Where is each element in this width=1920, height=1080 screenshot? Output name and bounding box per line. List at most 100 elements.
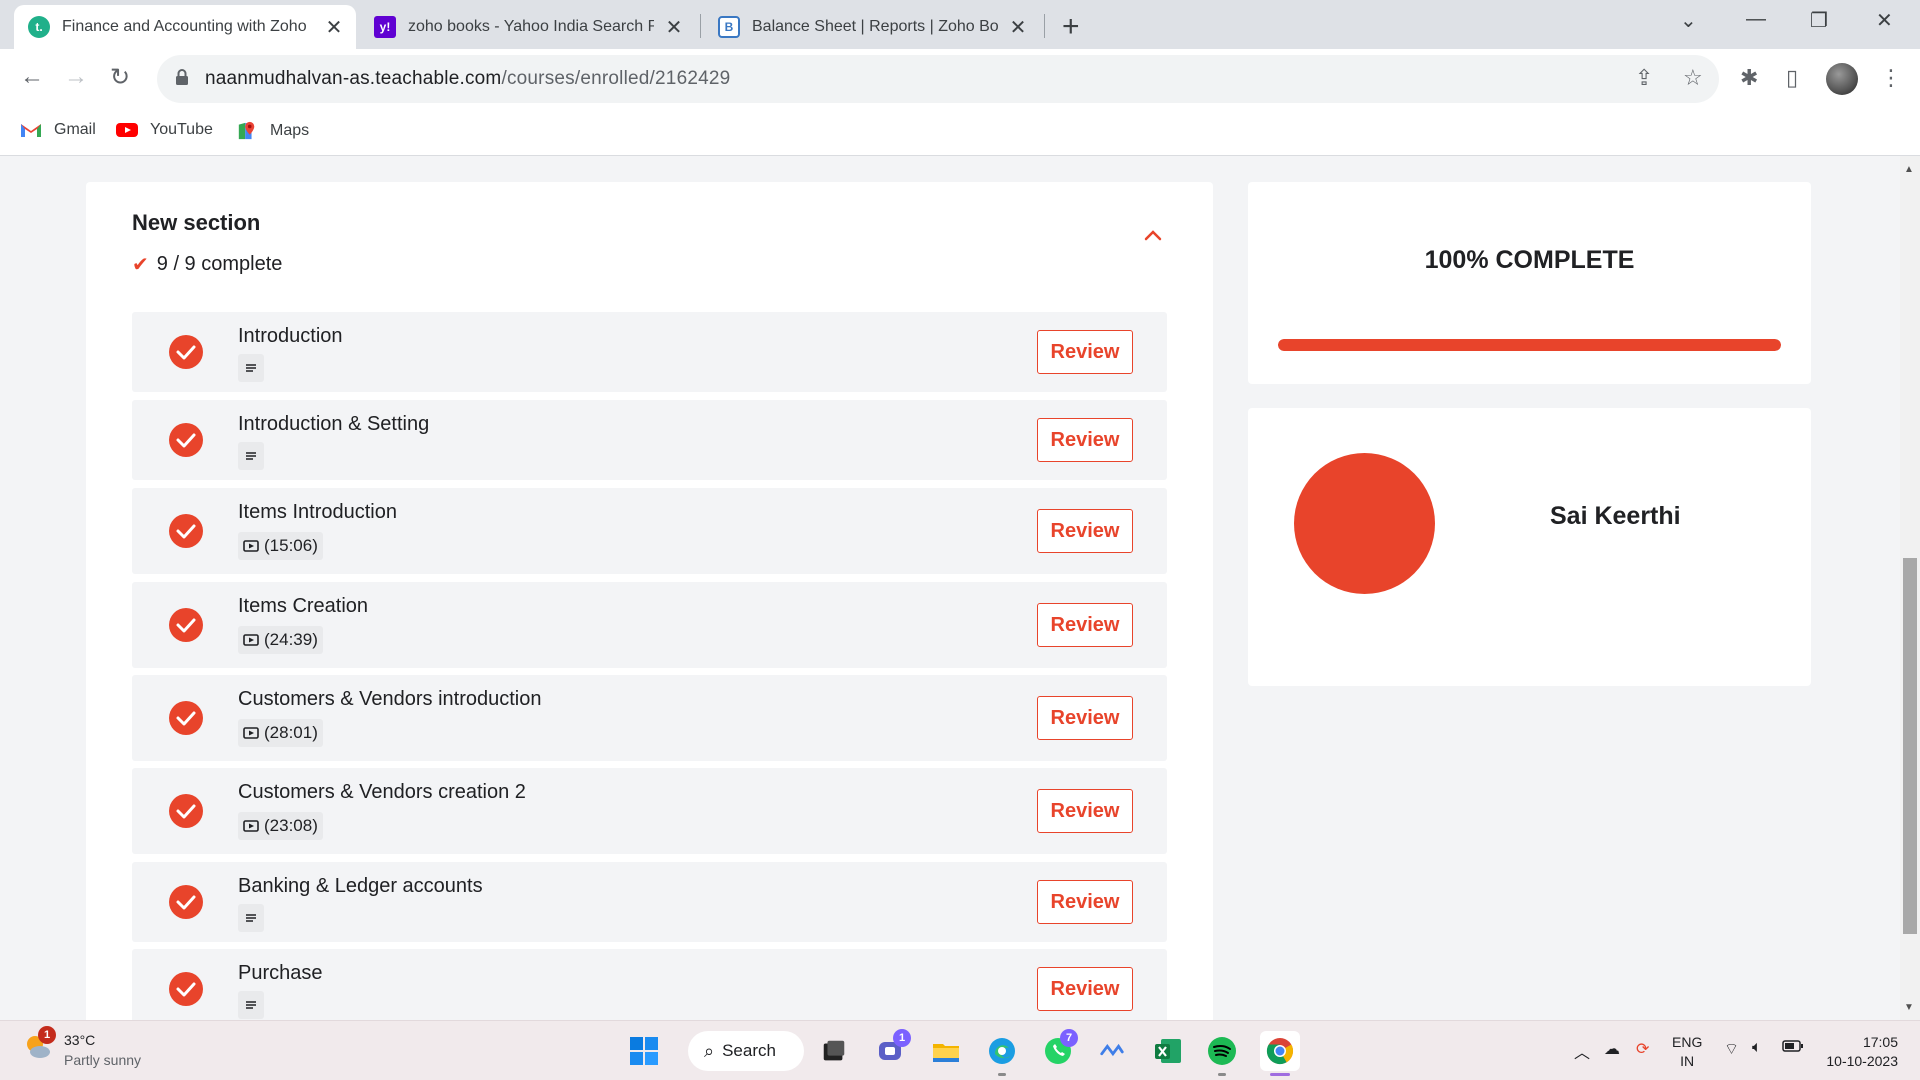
lesson-title: Banking & Ledger accounts bbox=[238, 875, 483, 897]
onedrive-icon[interactable]: ☁ bbox=[1604, 1039, 1620, 1059]
close-tab-icon[interactable]: ✕ bbox=[324, 15, 344, 40]
teams-chat-icon[interactable]: 1 bbox=[875, 1029, 911, 1067]
taskbar-search[interactable]: ⌕ Search bbox=[688, 1031, 804, 1071]
lesson-meta bbox=[238, 991, 264, 1019]
lang-line2: IN bbox=[1680, 1053, 1695, 1069]
sync-icon[interactable]: ⟳ bbox=[1636, 1039, 1649, 1059]
bookmark-star-icon[interactable]: ☆ bbox=[1683, 65, 1703, 91]
lesson-meta: (28:01) bbox=[238, 719, 323, 747]
lesson-row[interactable]: Customers & Vendors introduction (28:01)… bbox=[132, 675, 1167, 761]
video-lesson-icon bbox=[243, 634, 259, 646]
clock-time: 17:05 bbox=[1862, 1034, 1898, 1050]
review-button[interactable]: Review bbox=[1037, 509, 1133, 553]
reload-icon[interactable]: ↻ bbox=[110, 63, 130, 92]
bookmark-youtube[interactable]: YouTube bbox=[116, 121, 213, 139]
collapse-chevron-icon[interactable] bbox=[1138, 220, 1168, 250]
lesson-title: Purchase bbox=[238, 962, 323, 984]
bookmark-label: YouTube bbox=[150, 121, 213, 138]
close-tab-icon[interactable]: ✕ bbox=[1008, 15, 1028, 40]
language-indicator[interactable]: ENG IN bbox=[1672, 1033, 1702, 1071]
gmail-icon bbox=[21, 124, 41, 137]
back-icon[interactable]: ← bbox=[20, 63, 44, 91]
lesson-duration: (24:39) bbox=[264, 630, 318, 649]
chrome-icon[interactable] bbox=[1260, 1031, 1300, 1071]
extensions-icon[interactable]: ✱ bbox=[1740, 65, 1758, 91]
task-view-icon[interactable] bbox=[818, 1035, 850, 1067]
address-bar[interactable]: naanmudhalvan-as.teachable.com/courses/e… bbox=[157, 55, 1719, 103]
completed-check-icon bbox=[169, 972, 203, 1006]
scrollbar-thumb[interactable] bbox=[1903, 558, 1917, 934]
new-tab-button[interactable]: + bbox=[1062, 10, 1080, 44]
lesson-row[interactable]: Banking & Ledger accounts Review bbox=[132, 862, 1167, 942]
close-window-icon[interactable]: ✕ bbox=[1876, 8, 1893, 33]
lesson-meta: (23:08) bbox=[238, 812, 323, 840]
app-switch-icon[interactable] bbox=[1096, 1035, 1128, 1067]
excel-icon[interactable] bbox=[1152, 1035, 1184, 1067]
lesson-row[interactable]: Introduction & Setting Review bbox=[132, 400, 1167, 480]
clock[interactable]: 17:05 10-10-2023 bbox=[1822, 1033, 1898, 1071]
section-title: New section bbox=[132, 210, 261, 235]
course-progress-card: 100% COMPLETE bbox=[1248, 182, 1811, 384]
lesson-duration: (23:08) bbox=[264, 816, 318, 835]
file-explorer-icon[interactable] bbox=[930, 1035, 962, 1067]
browser-toolbar: ← → ↻ naanmudhalvan-as.teachable.com/cou… bbox=[0, 49, 1920, 109]
start-windows-icon[interactable] bbox=[628, 1035, 660, 1067]
url-host: naanmudhalvan-as.teachable.com bbox=[205, 68, 502, 89]
completed-check-icon bbox=[169, 608, 203, 642]
bookmark-label: Gmail bbox=[54, 121, 96, 138]
whatsapp-icon[interactable]: 7 bbox=[1042, 1029, 1078, 1067]
page-scrollbar[interactable]: ▲ ▼ bbox=[1900, 156, 1920, 1020]
lesson-meta: (24:39) bbox=[238, 626, 323, 654]
lesson-row[interactable]: Items Introduction (15:06) Review bbox=[132, 488, 1167, 574]
minimize-icon[interactable]: — bbox=[1746, 8, 1766, 31]
scroll-up-icon[interactable]: ▲ bbox=[1904, 164, 1914, 175]
tab-yahoo-search[interactable]: y! zoho books - Yahoo India Search Re ✕ bbox=[360, 5, 696, 49]
review-button[interactable]: Review bbox=[1037, 789, 1133, 833]
edge-running-indicator bbox=[998, 1073, 1006, 1076]
bookmark-maps[interactable]: Maps bbox=[236, 121, 309, 141]
share-icon[interactable]: ⇪ bbox=[1635, 65, 1653, 91]
lesson-meta bbox=[238, 442, 264, 470]
lesson-title: Introduction & Setting bbox=[238, 413, 430, 435]
tab-balance-sheet[interactable]: B Balance Sheet | Reports | Zoho Boo ✕ bbox=[704, 5, 1040, 49]
battery-icon[interactable] bbox=[1782, 1039, 1804, 1057]
side-panel-icon[interactable]: ▯ bbox=[1786, 65, 1798, 91]
review-button[interactable]: Review bbox=[1037, 603, 1133, 647]
spotify-icon[interactable] bbox=[1206, 1035, 1238, 1067]
review-button[interactable]: Review bbox=[1037, 418, 1133, 462]
tab-search-icon[interactable]: ⌄ bbox=[1680, 8, 1697, 33]
course-page: New section ✔ 9 / 9 complete Introductio… bbox=[0, 156, 1900, 1020]
teams-badge: 1 bbox=[893, 1029, 911, 1047]
tab-title: Balance Sheet | Reports | Zoho Boo bbox=[752, 18, 998, 35]
lesson-row[interactable]: Purchase Review bbox=[132, 949, 1167, 1020]
wifi-icon[interactable]: ⌔ bbox=[1724, 1039, 1739, 1059]
profile-avatar-icon[interactable] bbox=[1826, 63, 1858, 95]
review-button[interactable]: Review bbox=[1037, 330, 1133, 374]
edge-browser-icon[interactable] bbox=[986, 1035, 1018, 1067]
restore-icon[interactable]: ❐ bbox=[1810, 8, 1828, 33]
lesson-meta bbox=[238, 354, 264, 382]
weather-widget[interactable]: 1 33°C Partly sunny bbox=[22, 1026, 141, 1070]
lang-line1: ENG bbox=[1672, 1034, 1703, 1050]
forward-icon[interactable]: → bbox=[64, 63, 88, 91]
tray-overflow-icon[interactable]: ︿ bbox=[1574, 1039, 1590, 1063]
scroll-down-icon[interactable]: ▼ bbox=[1904, 1002, 1914, 1013]
review-button[interactable]: Review bbox=[1037, 880, 1133, 924]
tab-title: Finance and Accounting with Zoho bbox=[62, 18, 307, 35]
text-lesson-icon bbox=[246, 452, 256, 460]
completed-check-icon bbox=[169, 423, 203, 457]
review-button[interactable]: Review bbox=[1037, 696, 1133, 740]
youtube-icon bbox=[116, 123, 138, 137]
close-tab-icon[interactable]: ✕ bbox=[664, 15, 684, 40]
lesson-title: Customers & Vendors creation 2 bbox=[238, 781, 526, 803]
lesson-row[interactable]: Introduction Review bbox=[132, 312, 1167, 392]
bookmark-gmail[interactable]: Gmail bbox=[20, 121, 96, 139]
lesson-row[interactable]: Customers & Vendors creation 2 (23:08) R… bbox=[132, 768, 1167, 854]
clock-date: 10-10-2023 bbox=[1826, 1053, 1898, 1069]
menu-kebab-icon[interactable]: ⋮ bbox=[1880, 65, 1902, 91]
tab-finance-accounting[interactable]: t. Finance and Accounting with Zoho ✕ bbox=[14, 5, 356, 49]
review-button[interactable]: Review bbox=[1037, 967, 1133, 1011]
completed-check-icon bbox=[169, 335, 203, 369]
volume-icon[interactable]: 🔈︎ bbox=[1752, 1039, 1762, 1057]
lesson-row[interactable]: Items Creation (24:39) Review bbox=[132, 582, 1167, 668]
